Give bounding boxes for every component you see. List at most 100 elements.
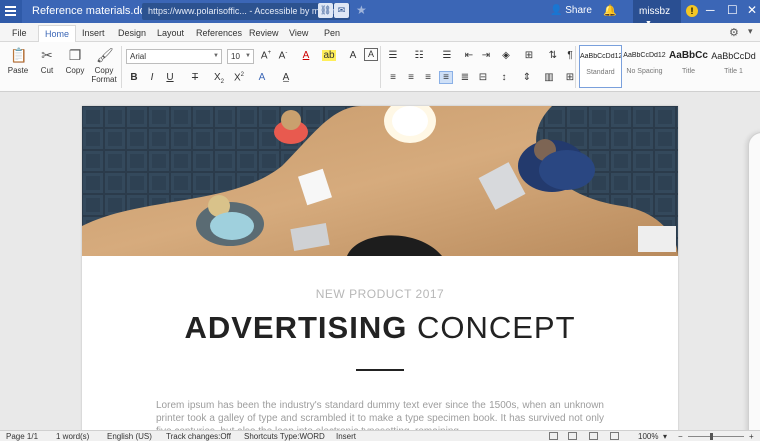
- paragraph-spacing-icon[interactable]: ⇕: [520, 72, 534, 83]
- document-headline[interactable]: ADVERTISING CONCEPT: [82, 310, 678, 346]
- tab-insert[interactable]: Insert: [82, 28, 105, 38]
- chevron-down-icon[interactable]: ▾: [748, 26, 753, 37]
- status-shortcuts[interactable]: Shortcuts Type:WORD: [244, 432, 325, 441]
- border-icon[interactable]: ⊞: [522, 50, 536, 61]
- bell-icon[interactable]: 🔔: [603, 4, 617, 17]
- zoom-level[interactable]: 100%: [638, 432, 658, 441]
- menu-bar: File Home Insert Design Layout Reference…: [0, 23, 760, 42]
- headline-bold: ADVERTISING: [184, 310, 408, 345]
- zoom-slider[interactable]: [688, 436, 744, 437]
- bold-icon[interactable]: B: [127, 72, 141, 83]
- style-no-spacing[interactable]: AaBbCcDd12 No Spacing: [623, 45, 666, 88]
- decrease-indent-icon[interactable]: ⇤: [462, 50, 476, 61]
- copy-format-label-1: Copy: [94, 66, 114, 75]
- style-sample: AaBbCcDd12: [623, 52, 666, 59]
- gear-icon[interactable]: ⚙: [729, 26, 739, 39]
- subscript-icon[interactable]: X2: [212, 72, 226, 85]
- minimize-icon[interactable]: ─: [706, 3, 715, 17]
- sort-icon[interactable]: ⇅: [546, 50, 560, 61]
- user-menu[interactable]: missbz ▼: [633, 0, 681, 27]
- copy-format-button[interactable]: 🖌 Copy Format: [91, 46, 117, 84]
- tab-review[interactable]: Review: [249, 28, 279, 38]
- cut-button[interactable]: ✂ Cut: [36, 46, 58, 75]
- text-direction-icon[interactable]: ⊟: [476, 72, 490, 83]
- style-name: No Spacing: [626, 68, 663, 75]
- divider: [575, 46, 576, 88]
- justify-icon[interactable]: ≡: [439, 71, 453, 84]
- document-title[interactable]: Reference materials.docx: [32, 5, 157, 17]
- tab-file[interactable]: File: [12, 28, 27, 38]
- underline-icon[interactable]: U: [163, 72, 177, 83]
- tab-references[interactable]: References: [196, 28, 242, 38]
- strikethrough-icon[interactable]: T: [188, 72, 202, 83]
- font-color-icon[interactable]: A: [299, 50, 313, 61]
- bullet-list-icon[interactable]: ☰: [386, 50, 400, 61]
- align-left-icon[interactable]: ≡: [386, 72, 400, 83]
- chevron-down-icon: ▼: [213, 53, 219, 59]
- link-icon[interactable]: ⛓: [318, 3, 333, 18]
- multilevel-list-icon[interactable]: ☰: [440, 50, 454, 61]
- style-title-1[interactable]: AaBbCcDd Title 1: [711, 45, 756, 88]
- warning-icon[interactable]: !: [686, 5, 698, 17]
- status-page: Page 1/1: [6, 432, 39, 441]
- style-title[interactable]: AaBbCc Title: [667, 45, 710, 88]
- italic-icon[interactable]: I: [145, 72, 159, 83]
- char-spacing-icon[interactable]: A̲: [279, 72, 293, 83]
- print-layout-icon[interactable]: [549, 432, 558, 440]
- status-mode[interactable]: Insert: [336, 432, 356, 441]
- tab-design[interactable]: Design: [118, 28, 146, 38]
- shrink-font-icon[interactable]: A-: [276, 50, 290, 61]
- read-mode-icon[interactable]: [589, 432, 598, 440]
- zoom-dropdown-icon[interactable]: ▾: [663, 432, 667, 441]
- mail-icon[interactable]: ✉: [334, 3, 349, 18]
- zoom-slider-thumb[interactable]: [710, 433, 713, 440]
- headline-rule: [356, 369, 404, 371]
- char-border-icon[interactable]: A: [364, 48, 378, 61]
- document-page[interactable]: NEW PRODUCT 2017 ADVERTISING CONCEPT Lor…: [82, 106, 678, 430]
- document-canvas[interactable]: NEW PRODUCT 2017 ADVERTISING CONCEPT Lor…: [0, 92, 760, 430]
- zoom-out-icon[interactable]: −: [678, 432, 683, 441]
- copy-icon: ❐: [68, 47, 82, 63]
- tab-home[interactable]: Home: [38, 25, 77, 42]
- paste-button[interactable]: 📋 Paste: [7, 46, 29, 75]
- distribute-icon[interactable]: ≣: [458, 72, 472, 83]
- copy-button[interactable]: ❐ Copy: [64, 46, 86, 75]
- tablet-edge: [748, 132, 760, 430]
- share-button[interactable]: 👤 Share: [550, 5, 592, 16]
- numbered-list-icon[interactable]: ☷: [412, 50, 426, 61]
- zoom-in-icon[interactable]: +: [749, 432, 754, 441]
- columns-icon[interactable]: ▥: [542, 72, 556, 83]
- align-center-icon[interactable]: ≡: [404, 72, 418, 83]
- tab-view[interactable]: View: [289, 28, 308, 38]
- fill-color-icon[interactable]: ◈: [499, 50, 513, 61]
- clear-format-icon[interactable]: A: [346, 50, 360, 61]
- star-icon[interactable]: ★: [356, 3, 367, 17]
- share-label: Share: [565, 5, 592, 16]
- superscript-icon[interactable]: X2: [232, 72, 246, 83]
- align-right-icon[interactable]: ≡: [421, 72, 435, 83]
- divider: [380, 46, 381, 88]
- title-bar: Reference materials.docx https://www.pol…: [0, 0, 760, 27]
- clipboard-icon: 📋: [10, 47, 28, 63]
- line-spacing-icon[interactable]: ↕: [497, 72, 511, 83]
- status-track-changes[interactable]: Track changes:Off: [166, 432, 231, 441]
- grow-font-icon[interactable]: A+: [259, 50, 273, 61]
- tab-pen[interactable]: Pen: [324, 28, 340, 38]
- font-size-select[interactable]: 10 ▼: [227, 49, 254, 64]
- style-standard[interactable]: AaBbCcDd12 Standard: [579, 45, 622, 88]
- ribbon-toolbar: 📋 Paste ✂ Cut ❐ Copy 🖌 Copy Format Arial…: [0, 42, 760, 92]
- maximize-icon[interactable]: ☐: [727, 3, 738, 17]
- highlight-icon[interactable]: ab: [322, 50, 336, 61]
- tab-layout[interactable]: Layout: [157, 28, 184, 38]
- increase-indent-icon[interactable]: ⇥: [479, 50, 493, 61]
- body-paragraph[interactable]: Lorem ipsum has been the industry's stan…: [156, 399, 604, 430]
- app-menu-icon[interactable]: [0, 0, 22, 23]
- text-effect-icon[interactable]: A: [255, 72, 269, 83]
- font-family-select[interactable]: Arial ▼: [126, 49, 222, 64]
- document-kicker[interactable]: NEW PRODUCT 2017: [82, 287, 678, 301]
- share-icon: 👤: [550, 5, 563, 16]
- close-icon[interactable]: ✕: [747, 3, 757, 17]
- web-layout-icon[interactable]: [568, 432, 577, 440]
- outline-view-icon[interactable]: [610, 432, 619, 440]
- status-language[interactable]: English (US): [107, 432, 152, 441]
